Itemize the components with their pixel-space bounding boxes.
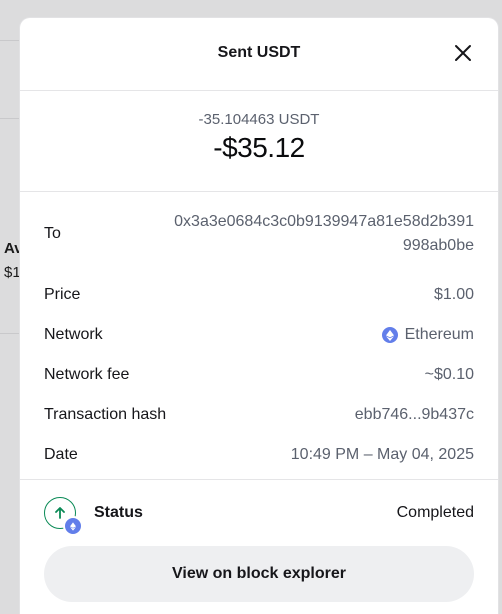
status-label: Status (94, 504, 143, 521)
recipient-address[interactable]: 0x3a3e0684c3c0b9139947a81e58d2b391998ab0… (174, 210, 474, 258)
modal-title: Sent USDT (217, 44, 301, 61)
backdrop-divider (0, 118, 20, 119)
backdrop-divider (0, 40, 20, 41)
close-icon (455, 45, 471, 61)
detail-row-to: To 0x3a3e0684c3c0b9139947a81e58d2b391998… (44, 192, 474, 275)
network-name: Ethereum (404, 326, 474, 343)
crypto-amount: -35.104463 USDT (198, 111, 320, 128)
detail-row-fee: Network fee ~$0.10 (44, 355, 474, 395)
transaction-hash-value[interactable]: ebb746...9b437c (355, 406, 474, 424)
network-fee-value: ~$0.10 (424, 366, 474, 383)
fiat-amount: -$35.12 (213, 132, 305, 163)
detail-row-date: Date 10:49 PM – May 04, 2025 (44, 435, 474, 475)
date-value: 10:49 PM – May 04, 2025 (290, 446, 474, 463)
transaction-modal: Sent USDT -35.104463 USDT -$35.12 To 0x3… (20, 18, 498, 614)
status-value: Completed (396, 504, 474, 521)
network-value: Ethereum (381, 326, 474, 344)
view-block-explorer-button[interactable]: View on block explorer (44, 546, 474, 602)
detail-row-network: Network Ethereum (44, 315, 474, 355)
ethereum-icon (63, 516, 83, 536)
close-button[interactable] (452, 42, 474, 64)
detail-label: Transaction hash (44, 406, 167, 423)
sent-arrow-icon (44, 497, 83, 536)
detail-label: Price (44, 286, 81, 303)
modal-header: Sent USDT (20, 18, 498, 91)
backdrop-text: $1 (4, 264, 21, 281)
price-value: $1.00 (433, 286, 474, 303)
detail-row-price: Price $1.00 (44, 275, 474, 315)
transaction-details: To 0x3a3e0684c3c0b9139947a81e58d2b391998… (20, 192, 498, 475)
amount-summary: -35.104463 USDT -$35.12 (20, 91, 498, 192)
detail-label: To (44, 224, 61, 242)
detail-label: Network fee (44, 366, 130, 383)
detail-label: Network (44, 326, 103, 343)
status-row: Status Completed (20, 480, 498, 546)
ethereum-icon (381, 327, 398, 343)
detail-row-hash: Transaction hash ebb746...9b437c (44, 395, 474, 435)
detail-label: Date (44, 446, 78, 463)
backdrop-divider (0, 333, 20, 334)
